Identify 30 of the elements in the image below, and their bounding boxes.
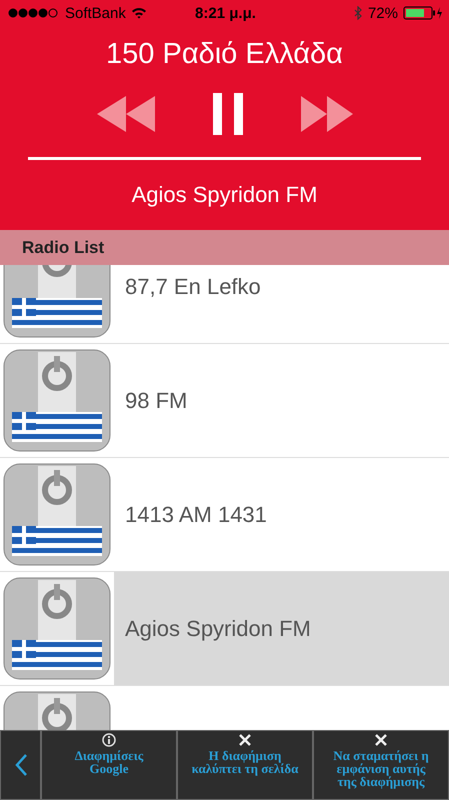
station-title: 150 Ραδιό Ελλάδα [106, 38, 343, 71]
now-playing-text: Agios Spyridon FM [132, 182, 318, 208]
back-icon [14, 754, 26, 776]
pause-icon[interactable] [212, 93, 242, 135]
list-row[interactable]: 87,7 En Lefko [114, 265, 449, 343]
info-icon [102, 733, 116, 747]
ad-option-button[interactable]: Να σταματήσει η εμφάνιση αυτής της διαφήμισης [313, 730, 449, 800]
clock-time: 8:21 μ.μ. [195, 4, 256, 22]
close-icon [374, 733, 388, 747]
list-row[interactable]: 1413 AM 1431 [114, 458, 449, 571]
signal-icon [8, 8, 60, 18]
fast-forward-icon[interactable] [300, 96, 352, 132]
close-icon [238, 733, 252, 747]
battery-percent: 72% [368, 4, 398, 22]
ad-option-button[interactable]: Διαφημίσεις Google [41, 730, 177, 800]
back-button[interactable] [0, 730, 41, 800]
list-header: Radio List [0, 230, 449, 265]
list-row[interactable]: 98 FM [114, 344, 449, 457]
station-name: 87,7 En Lefko [125, 274, 261, 300]
rewind-icon[interactable] [96, 96, 154, 132]
station-name: 1413 AM 1431 [125, 502, 267, 528]
wifi-icon [130, 7, 147, 19]
ad-option-button[interactable]: Η διαφήμιση καλύπτει τη σελίδα [177, 730, 313, 800]
list-row[interactable]: Agios Spyridon FM [114, 572, 449, 685]
carrier-name: SoftBank [65, 4, 126, 22]
station-name: Agios Spyridon FM [125, 616, 311, 642]
radio-app-icon [2, 690, 112, 730]
station-name: 98 FM [125, 388, 188, 414]
battery-charging-icon [402, 6, 443, 20]
bluetooth-icon [354, 6, 363, 20]
